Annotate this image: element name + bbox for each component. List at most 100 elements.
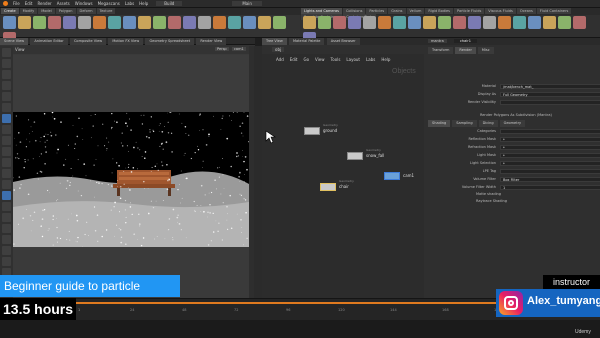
viewport-tool-icon[interactable] xyxy=(2,158,11,167)
param-path[interactable]: mantra xyxy=(428,39,447,43)
houdini-logo-icon[interactable] xyxy=(3,1,8,6)
viewport-sky-area[interactable] xyxy=(13,55,249,112)
node-ground-box[interactable] xyxy=(304,127,320,135)
subtab-shading[interactable]: Shading xyxy=(428,120,451,127)
viewport-tool-icon[interactable] xyxy=(2,81,11,90)
persp-menu[interactable]: Persp xyxy=(215,47,229,51)
network-menu-tools[interactable]: Tools xyxy=(331,57,341,62)
tab-motion-fx-view[interactable]: Motion FX View xyxy=(108,38,144,45)
shelf-tool-icon[interactable] xyxy=(528,16,541,29)
param-field[interactable]: * xyxy=(500,153,600,158)
shelf-tool-icon[interactable] xyxy=(453,16,466,29)
subtab-sampling[interactable]: Sampling xyxy=(452,120,477,127)
tab-material-palette[interactable]: Material Palette xyxy=(289,38,325,45)
param-node-name[interactable]: chair1 xyxy=(454,39,477,43)
viewport-tool-icon[interactable] xyxy=(2,48,11,57)
network-menu-add[interactable]: Add xyxy=(276,57,284,62)
param-field[interactable]: 1 xyxy=(500,185,600,190)
shelf-tool-icon[interactable] xyxy=(213,16,226,29)
shelf-left-tab-1[interactable]: Modify xyxy=(19,8,38,14)
shelf-left-tab-2[interactable]: Model xyxy=(38,8,55,14)
viewport-tool-icon[interactable] xyxy=(2,180,11,189)
menu-help[interactable]: Help xyxy=(139,1,148,6)
viewport-tool-icon[interactable] xyxy=(2,136,11,145)
camera-menu[interactable]: cam1 xyxy=(232,47,246,51)
viewport-tool-icon[interactable] xyxy=(2,70,11,79)
main-select[interactable]: Main xyxy=(232,1,262,6)
shelf-tool-icon[interactable] xyxy=(258,16,271,29)
shelf-tool-icon[interactable] xyxy=(558,16,571,29)
menu-edit[interactable]: Edit xyxy=(25,1,33,6)
shelf-tool-icon[interactable] xyxy=(63,16,76,29)
param-field[interactable]: * xyxy=(500,137,600,142)
viewport-tool-icon[interactable] xyxy=(2,224,11,233)
viewport-tool-icon[interactable] xyxy=(2,147,11,156)
shelf-tool-icon[interactable] xyxy=(393,16,406,29)
tab-render[interactable]: Render xyxy=(455,47,476,54)
viewport-tool-icon[interactable] xyxy=(2,59,11,68)
menu-megascans[interactable]: Megascans xyxy=(98,1,120,6)
shelf-left-tab-0[interactable]: Create xyxy=(1,8,19,14)
shelf-tool-icon[interactable] xyxy=(153,16,166,29)
viewport-tool-icon[interactable] xyxy=(2,202,11,211)
param-field[interactable]: Box Filter xyxy=(500,177,600,182)
shelf-tool-icon[interactable] xyxy=(138,16,151,29)
shelf-tool-icon[interactable] xyxy=(183,16,196,29)
shelf-tool-icon[interactable] xyxy=(438,16,451,29)
param-field[interactable]: Full Geometry xyxy=(500,92,600,97)
viewport-tool-icon[interactable] xyxy=(2,169,11,178)
shelf-tool-icon[interactable] xyxy=(333,16,346,29)
shelf-tool-icon[interactable] xyxy=(543,16,556,29)
shelf-right-tab-7[interactable]: Viscous Fluids xyxy=(485,8,516,14)
network-menu-go[interactable]: Go xyxy=(304,57,310,62)
network-menu-view[interactable]: View xyxy=(315,57,325,62)
viewport-tool-icon[interactable] xyxy=(2,246,11,255)
shelf-left-tab-5[interactable]: Texture xyxy=(96,8,116,14)
tab-render-view[interactable]: Render View xyxy=(196,38,227,45)
tab-animation-editor[interactable]: Animation Editor xyxy=(30,38,68,45)
viewport-tool-icon[interactable] xyxy=(2,92,11,101)
tab-composite-view[interactable]: Composite View xyxy=(69,38,107,45)
shelf-tool-icon[interactable] xyxy=(93,16,106,29)
shelf-tool-icon[interactable] xyxy=(468,16,481,29)
shelf-tool-icon[interactable] xyxy=(108,16,121,29)
network-menu-help[interactable]: Help xyxy=(381,57,390,62)
shelf-tool-icon[interactable] xyxy=(378,16,391,29)
shelf-tool-icon[interactable] xyxy=(303,16,316,29)
shelf-right-tab-8[interactable]: Oceans xyxy=(516,8,536,14)
shelf-tool-icon[interactable] xyxy=(408,16,421,29)
viewport-tool-icon[interactable] xyxy=(2,213,11,222)
menu-file[interactable]: File xyxy=(13,1,20,6)
subtab-geometry[interactable]: Geometry xyxy=(499,120,526,127)
shelf-left-tab-4[interactable]: Deform xyxy=(76,8,96,14)
shelf-tool-icon[interactable] xyxy=(228,16,241,29)
node-chair-box[interactable] xyxy=(320,183,336,191)
param-field[interactable] xyxy=(500,129,600,134)
shelf-tool-icon[interactable] xyxy=(483,16,496,29)
viewport-tool-icon[interactable] xyxy=(2,103,11,112)
tab-geometry-spreadsheet[interactable]: Geometry Spreadsheet xyxy=(145,38,195,45)
param-field[interactable] xyxy=(500,100,600,105)
node-snow-fall-box[interactable] xyxy=(347,152,363,160)
network-editor[interactable]: Tree View Material Palette Asset Browser… xyxy=(262,38,424,300)
tab-transform[interactable]: Transform xyxy=(428,47,454,54)
network-path[interactable]: obj xyxy=(272,47,285,52)
viewport-render[interactable] xyxy=(13,112,249,247)
param-field[interactable]: /mat/bench_mat_ xyxy=(500,84,600,89)
shelf-tool-icon[interactable] xyxy=(423,16,436,29)
subtab-dicing[interactable]: Dicing xyxy=(478,120,498,127)
shelf-tool-icon[interactable] xyxy=(198,16,211,29)
param-field[interactable] xyxy=(500,169,600,174)
shelf-tool-icon[interactable] xyxy=(18,16,31,29)
viewport-tool-icon[interactable] xyxy=(2,114,11,123)
tab-scene-view[interactable]: Scene View xyxy=(0,38,29,45)
menu-render[interactable]: Render xyxy=(37,1,51,6)
tab-asset-browser[interactable]: Asset Browser xyxy=(326,38,360,45)
tab-misc[interactable]: Misc xyxy=(477,47,494,54)
viewport-tool-icon[interactable] xyxy=(2,235,11,244)
check-matte-shading[interactable]: Matte shading xyxy=(476,192,501,196)
menu-windows[interactable]: Windows xyxy=(75,1,93,6)
viewport-tool-icon[interactable] xyxy=(2,191,11,200)
shelf-tool-icon[interactable] xyxy=(318,16,331,29)
shelf-tool-icon[interactable] xyxy=(168,16,181,29)
